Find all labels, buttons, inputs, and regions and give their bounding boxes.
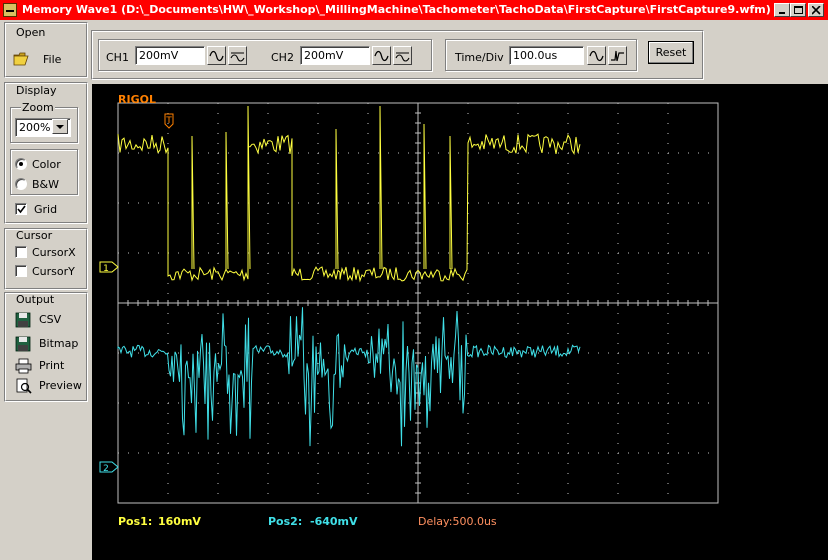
pos1-label: Pos1: <box>118 515 153 528</box>
zoom-dropdown-button[interactable] <box>52 119 68 134</box>
cursor-x-label: CursorX <box>32 246 76 259</box>
close-button[interactable] <box>808 3 824 17</box>
grid-checkbox-label: Grid <box>34 203 58 216</box>
ch1-volts-value: 200mV <box>139 49 179 62</box>
ac-wave-icon <box>374 50 389 62</box>
open-file-button[interactable]: File <box>13 49 83 69</box>
ch2-volts-input[interactable]: 200mV <box>300 46 370 65</box>
oscilloscope-display[interactable]: T 1 2 RIGOL Pos1: 160mV Pos2: -640mV Del… <box>92 84 828 560</box>
trigger-marker-label: T <box>165 116 172 126</box>
output-panel: Output CSV Bitmap Print Preview <box>4 292 88 402</box>
timebase-pulse-button[interactable] <box>608 46 627 65</box>
dc-wave-icon <box>230 52 245 62</box>
timediv-value: 100.0us <box>513 49 558 62</box>
timebase-sine-button[interactable] <box>587 46 606 65</box>
save-disk-icon <box>15 312 31 328</box>
print-label: Print <box>39 359 65 372</box>
ch1-volts-input[interactable]: 200mV <box>135 46 205 65</box>
cursor-y-checkbox[interactable] <box>15 265 27 277</box>
timediv-input[interactable]: 100.0us <box>509 46 584 65</box>
ch1-label: CH1 <box>106 51 129 64</box>
title-bar: Memory Wave1 (D:\_Documents\HW\_Workshop… <box>0 0 828 20</box>
chevron-down-icon <box>56 125 64 129</box>
sine-wave-icon <box>589 50 604 62</box>
color-radio[interactable] <box>15 158 27 170</box>
print-button[interactable]: Print <box>15 357 83 375</box>
printer-icon <box>15 358 32 374</box>
preview-button[interactable]: Preview <box>15 377 83 395</box>
grid-checkbox[interactable] <box>15 203 27 215</box>
display-panel: Display Zoom 200% Color B&W Grid <box>4 82 88 224</box>
bitmap-label: Bitmap <box>39 337 79 350</box>
ch1-coupling-dc-button[interactable] <box>228 46 247 65</box>
brand-label: RIGOL <box>118 93 156 106</box>
ch2-volts-value: 200mV <box>304 49 344 62</box>
reset-label: Reset <box>655 46 687 59</box>
ch2-waveform <box>117 307 581 447</box>
toolbar-panel: CH1 200mV CH2 200mV Time/Div 100.0us Res… <box>91 30 704 80</box>
save-disk-icon <box>15 336 31 352</box>
minimize-button[interactable] <box>774 3 790 17</box>
maximize-button[interactable] <box>790 3 806 17</box>
ch1-coupling-ac-button[interactable] <box>207 46 226 65</box>
zoom-value: 200% <box>19 121 51 134</box>
csv-label: CSV <box>39 313 62 326</box>
trigger-marker[interactable]: T <box>164 113 174 129</box>
open-panel: Open File <box>4 22 88 78</box>
ch1-level-label: 1 <box>103 264 109 274</box>
ac-wave-icon <box>209 50 224 62</box>
ch2-coupling-dc-button[interactable] <box>393 46 412 65</box>
open-group-label: Open <box>15 26 47 39</box>
window-title: Memory Wave1 (D:\_Documents\HW\_Workshop… <box>22 3 771 16</box>
open-file-label: File <box>43 53 62 66</box>
pos2-label: Pos2: <box>268 515 303 528</box>
display-group-label: Display <box>15 84 58 97</box>
ch2-level-label: 2 <box>103 464 109 474</box>
cursor-panel: Cursor CursorX CursorY <box>4 228 88 290</box>
checkmark-icon <box>17 205 26 214</box>
ch1-waveform <box>117 105 581 283</box>
ch2-coupling-ac-button[interactable] <box>372 46 391 65</box>
cursor-y-label: CursorY <box>32 265 75 278</box>
ch2-label: CH2 <box>271 51 294 64</box>
folder-open-icon <box>13 52 29 66</box>
timediv-label: Time/Div <box>455 51 504 64</box>
output-group-label: Output <box>15 293 56 306</box>
zoom-select[interactable]: 200% <box>15 118 71 137</box>
bitmap-button[interactable]: Bitmap <box>15 335 83 353</box>
delay-readout: Delay:500.0us <box>418 515 497 528</box>
pulse-wave-icon <box>611 50 624 62</box>
csv-button[interactable]: CSV <box>15 311 83 329</box>
reset-button[interactable]: Reset <box>648 41 694 64</box>
maximize-icon <box>794 6 803 14</box>
print-preview-icon <box>16 378 32 394</box>
cursor-group-label: Cursor <box>15 229 54 242</box>
preview-label: Preview <box>39 379 82 392</box>
pos1-value: 160mV <box>158 515 201 528</box>
minimize-icon <box>779 12 785 14</box>
zoom-group-label: Zoom <box>21 101 55 114</box>
ch2-level-marker[interactable]: 2 <box>99 461 119 474</box>
pos2-value: -640mV <box>310 515 358 528</box>
bw-radio[interactable] <box>15 178 27 190</box>
color-radio-label: Color <box>32 158 61 171</box>
graticule-grid <box>117 102 719 504</box>
app-icon[interactable] <box>3 3 17 17</box>
waveform-canvas[interactable]: T 1 2 <box>92 84 828 560</box>
ch1-level-marker[interactable]: 1 <box>99 261 119 274</box>
bw-radio-label: B&W <box>32 178 60 191</box>
cursor-x-checkbox[interactable] <box>15 246 27 258</box>
close-icon <box>812 6 821 15</box>
dc-wave-icon <box>395 52 410 62</box>
